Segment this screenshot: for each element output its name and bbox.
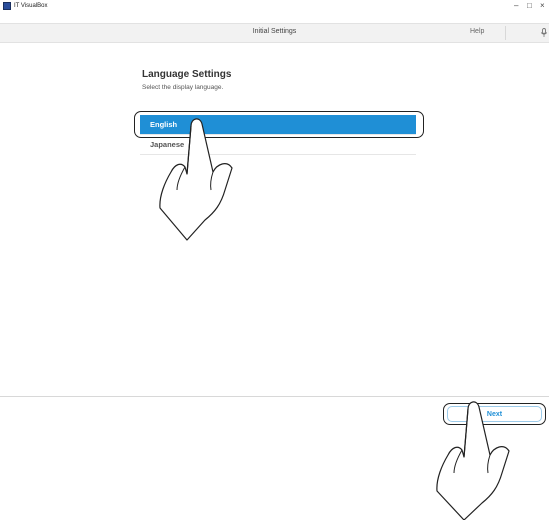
section-title: Language Settings — [142, 69, 232, 80]
minimize-button[interactable]: – — [514, 1, 518, 11]
pointing-hand-icon — [436, 401, 510, 520]
main-content: Language Settings Select the display lan… — [0, 42, 549, 396]
section-subtitle: Select the display language. — [142, 84, 224, 91]
maximize-button[interactable]: □ — [527, 1, 532, 11]
pointing-hand-icon — [159, 118, 233, 241]
header-divider — [505, 26, 506, 40]
microphone-icon[interactable] — [540, 28, 548, 38]
page-title: Initial Settings — [252, 28, 297, 35]
header-bar: Initial Settings Help — [0, 23, 549, 43]
close-button[interactable]: × — [540, 1, 545, 11]
title-bar: IT VisualBox – □ × — [0, 0, 549, 13]
app-name: IT VisualBox — [14, 3, 48, 9]
app-icon — [3, 2, 11, 10]
app-window: IT VisualBox – □ × Initial Settings Help… — [0, 0, 549, 433]
help-link[interactable]: Help — [470, 28, 484, 35]
